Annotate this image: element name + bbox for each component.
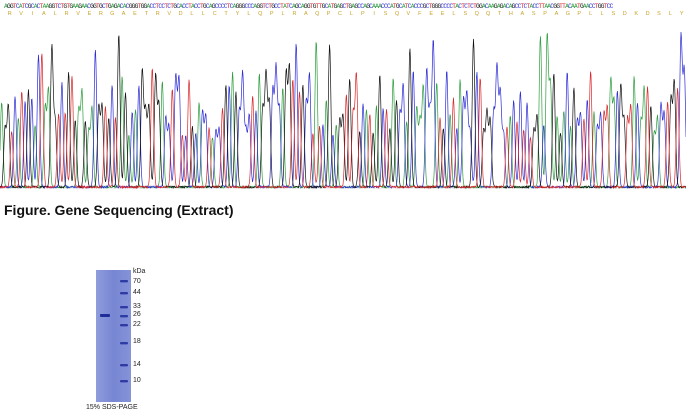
amino-acid-residue: F	[418, 11, 422, 17]
sequencing-chromatogram	[0, 31, 686, 190]
amino-acid-residue: G	[565, 11, 570, 17]
mw-marker-22: 22	[133, 321, 141, 328]
ladder-band	[120, 292, 128, 295]
amino-acid-residue: P	[326, 11, 331, 17]
ladder-band	[120, 364, 128, 367]
gel-caption: 15% SDS-PAGE	[86, 404, 138, 411]
ladder-band	[120, 342, 128, 345]
ladder-band	[120, 306, 128, 309]
amino-acid-residue: H	[508, 11, 513, 17]
amino-acid-residue: T	[497, 11, 502, 17]
amino-acid-residue: D	[178, 11, 183, 17]
mw-marker-70: 70	[133, 278, 141, 285]
amino-acid-residue: E	[87, 11, 92, 17]
amino-acid-residue: L	[190, 11, 194, 17]
amino-acid-residue: A	[520, 11, 525, 17]
amino-acid-residue: K	[634, 11, 639, 17]
mw-marker-18: 18	[133, 338, 141, 345]
ladder-band	[120, 315, 128, 318]
amino-acid-residue: R	[7, 11, 12, 17]
amino-acid-residue: L	[589, 11, 593, 17]
amino-acid-sequence: RVIALRVERGAETRVDLLCTYLQPLRAQPCLPISQVFEEL…	[4, 10, 684, 18]
amino-acid-residue: Q	[394, 11, 400, 17]
mw-marker-33: 33	[133, 303, 141, 310]
amino-acid-residue: P	[577, 11, 582, 17]
amino-acid-residue: Y	[235, 11, 240, 17]
amino-acid-residue: Q	[485, 11, 491, 17]
sds-page-gel: kDa 70 44 33 26 22 18 14 10 15% SDS-PAGE	[86, 268, 156, 420]
amino-acid-residue: T	[224, 11, 228, 17]
amino-acid-residue: G	[110, 11, 115, 17]
amino-acid-residue: A	[304, 11, 308, 17]
amino-acid-residue: L	[349, 11, 353, 17]
amino-acid-residue: P	[543, 11, 547, 17]
amino-acid-residue: V	[76, 11, 80, 17]
amino-acid-residue: R	[155, 11, 160, 17]
amino-acid-residue: I	[31, 11, 34, 17]
amino-acid-residue: P	[360, 11, 365, 17]
amino-acid-residue: C	[212, 11, 217, 17]
amino-acid-residue: S	[463, 11, 468, 17]
amino-acid-residue: P	[269, 11, 274, 17]
amino-acid-residue: L	[201, 11, 205, 17]
amino-acid-residue: D	[622, 11, 627, 17]
amino-acid-residue: L	[281, 11, 285, 17]
amino-acid-residue: Y	[679, 11, 684, 17]
amino-acid-residue: V	[167, 11, 171, 17]
mw-marker-44: 44	[133, 289, 141, 296]
mw-unit-label: kDa	[133, 268, 146, 275]
amino-acid-residue: S	[531, 11, 536, 17]
amino-acid-residue: R	[64, 11, 69, 17]
amino-acid-residue: E	[440, 11, 445, 17]
amino-acid-residue: T	[144, 11, 149, 17]
trace-g	[0, 35, 686, 190]
sample-band	[100, 314, 110, 317]
mw-marker-10: 10	[133, 377, 141, 384]
amino-acid-residue: V	[406, 11, 411, 17]
amino-acid-residue: C	[338, 11, 343, 17]
mw-marker-26: 26	[133, 311, 141, 318]
ladder-band	[120, 380, 128, 383]
amino-acid-residue: L	[247, 11, 251, 17]
amino-acid-residue: I	[373, 11, 375, 17]
amino-acid-residue: E	[133, 11, 137, 17]
mw-marker-14: 14	[133, 361, 141, 368]
amino-acid-residue: E	[429, 11, 433, 17]
amino-acid-residue: Q	[258, 11, 263, 17]
amino-acid-residue: D	[645, 11, 650, 17]
amino-acid-residue: L	[452, 11, 456, 17]
ladder-band	[120, 280, 128, 283]
gel-image	[96, 270, 131, 402]
amino-acid-residue: L	[600, 11, 604, 17]
amino-acid-residue: R	[292, 11, 297, 17]
amino-acid-residue: Q	[315, 11, 320, 17]
amino-acid-residue: L	[53, 11, 57, 17]
amino-acid-residue: S	[383, 11, 388, 17]
ladder-band	[120, 324, 128, 327]
amino-acid-residue: R	[98, 11, 103, 17]
amino-acid-residue: V	[19, 11, 23, 17]
amino-acid-residue: A	[121, 11, 126, 17]
amino-acid-residue: S	[611, 11, 616, 17]
amino-acid-residue: Q	[474, 11, 479, 17]
amino-acid-residue: S	[657, 11, 661, 17]
trace-c	[0, 31, 686, 190]
amino-acid-residue: A	[554, 11, 559, 17]
amino-acid-residue: L	[668, 11, 672, 17]
amino-acid-residue: A	[42, 11, 46, 17]
figure-caption: Figure. Gene Sequencing (Extract)	[4, 202, 234, 218]
